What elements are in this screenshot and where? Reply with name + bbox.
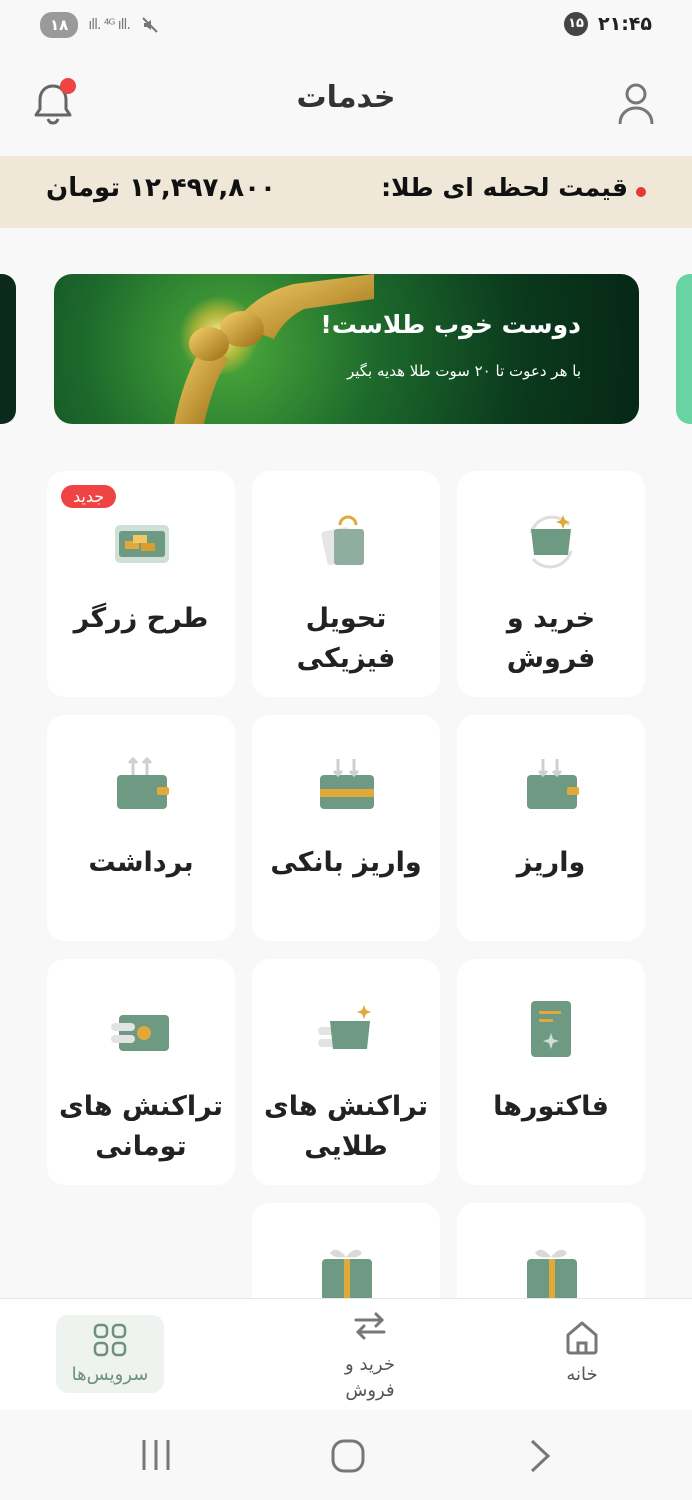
service-withdraw[interactable]: برداشت: [47, 715, 235, 941]
wallet-withdraw-icon: [117, 756, 169, 809]
new-badge: جدید: [61, 485, 117, 508]
service-physical-delivery[interactable]: تحویل فیزیکی: [252, 471, 440, 697]
signal-icon: ıll. ⁴ᴳ ıll.: [88, 17, 131, 33]
gold-price-bar: قیمت لحظه ای طلا: ۱۲,۴۹۷,۸۰۰ تومان: [0, 156, 692, 228]
back-icon[interactable]: [528, 1438, 552, 1474]
home-icon: [566, 1321, 598, 1355]
nav-trade-label: خرید و فروش: [345, 1354, 395, 1401]
service-label: برداشت: [88, 847, 194, 878]
banner-next-peek[interactable]: [676, 274, 692, 424]
promo-banner[interactable]: دوست خوب طلاست! با هر دعوت تا ۲۰ سوت طلا…: [54, 274, 639, 424]
banner-prev-peek[interactable]: [0, 274, 16, 424]
status-right: ۱۵ ۲۱:۴۵: [564, 12, 652, 36]
home-button-icon[interactable]: [330, 1438, 366, 1474]
toman-transactions-icon: [111, 1015, 169, 1051]
nav-home-label: خانه: [566, 1364, 598, 1385]
service-gold-transactions[interactable]: تراکنش های طلایی: [252, 959, 440, 1185]
mute-icon: [142, 17, 158, 33]
bottom-navigation: سرویس‌ها خرید و فروش خانه: [0, 1298, 692, 1411]
app-notification-icon: ۱۵: [564, 12, 588, 36]
status-bar: ۱۸ ıll. ⁴ᴳ ıll. ۱۵ ۲۱:۴۵: [0, 0, 692, 50]
app-header: خدمات: [0, 50, 692, 155]
service-toman-transactions[interactable]: تراکنش های تومانی: [47, 959, 235, 1185]
shopping-bag-icon: [321, 515, 364, 565]
swap-arrows-icon: [354, 1312, 386, 1340]
nav-trade[interactable]: خرید و فروش: [300, 1311, 440, 1404]
service-label: تراکنش های تومانی: [58, 1091, 224, 1162]
nav-services[interactable]: سرویس‌ها: [56, 1315, 164, 1393]
status-left: ۱۸ ıll. ⁴ᴳ ıll.: [40, 12, 160, 38]
service-label: واریز بانکی: [270, 847, 422, 878]
service-buy-sell[interactable]: خرید و فروش: [457, 471, 645, 697]
banner-subtitle: با هر دعوت تا ۲۰ سوت طلا هدیه بگیر: [346, 362, 581, 380]
gold-price-label: قیمت لحظه ای طلا:: [381, 173, 628, 202]
page-title: خدمات: [296, 80, 396, 115]
service-label: فاکتورها: [493, 1091, 609, 1122]
service-label: طرح زرگر: [73, 603, 209, 634]
gold-card-icon: [115, 525, 169, 563]
service-label: خرید و فروش: [506, 603, 596, 674]
gold-transactions-icon: [318, 1005, 371, 1049]
user-icon[interactable]: [616, 80, 656, 128]
service-bank-deposit[interactable]: واریز بانکی: [252, 715, 440, 941]
live-dot: [636, 187, 646, 197]
service-deposit[interactable]: واریز: [457, 715, 645, 941]
gift-icon: [322, 1249, 372, 1301]
gift-icon: [527, 1249, 577, 1301]
invoice-icon: [531, 1001, 571, 1057]
recent-apps-icon[interactable]: [140, 1438, 172, 1472]
wallet-deposit-icon: [527, 759, 579, 809]
notification-count-badge: ۱۸: [40, 12, 79, 38]
nav-services-label: سرویس‌ها: [71, 1364, 149, 1385]
wallet-cycle-icon: [529, 515, 573, 569]
fist-bump-art: [174, 274, 374, 424]
service-label: تراکنش های طلایی: [263, 1091, 429, 1162]
service-label: تحویل فیزیکی: [296, 603, 396, 674]
grid-icon: [93, 1323, 127, 1357]
system-navigation-bar: [0, 1410, 692, 1500]
nav-home[interactable]: خانه: [534, 1317, 630, 1385]
banner-title: دوست خوب طلاست!: [320, 310, 581, 339]
service-label: واریز: [516, 847, 586, 878]
gold-price-value: ۱۲,۴۹۷,۸۰۰ تومان: [46, 173, 276, 203]
card-deposit-icon: [320, 759, 374, 809]
service-invoices[interactable]: فاکتورها: [457, 959, 645, 1185]
service-zargar-plan[interactable]: جدید طرح زرگر: [47, 471, 235, 697]
clock: ۲۱:۴۵: [598, 13, 652, 35]
